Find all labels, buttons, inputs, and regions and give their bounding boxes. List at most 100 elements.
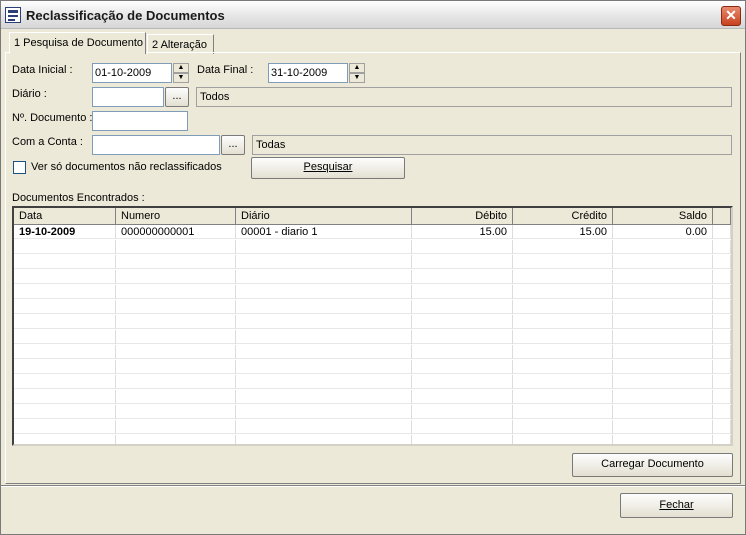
tab-label: 1 Pesquisa de Documento [14,37,144,49]
empty-cell [116,390,236,404]
empty-cell [14,315,116,329]
empty-table-row [14,420,731,434]
empty-cell [713,285,731,299]
empty-cell [713,270,731,284]
empty-cell [613,420,713,434]
conta-lookup-button[interactable]: ... [221,135,245,155]
diario-lookup-button[interactable]: ... [165,87,189,107]
window-title: Reclassificação de Documentos [26,8,225,23]
empty-cell [412,435,513,444]
empty-cell [412,330,513,344]
app-icon [5,7,21,23]
empty-cell [613,255,713,269]
empty-table-row [14,435,731,444]
empty-cell [236,315,412,329]
col-header-credito[interactable]: Crédito [513,208,613,225]
col-header-data[interactable]: Data [14,208,116,225]
data-inicial-field[interactable]: 01-10-2009 [92,63,172,83]
pesquisar-label: Pesquisar [303,161,353,173]
cell-diario: 00001 - diario 1 [236,225,412,239]
empty-cell [713,375,731,389]
data-inicial-spinner: ▲ ▼ [173,63,189,83]
diario-label: Diário : [12,88,47,100]
empty-cell [412,285,513,299]
conta-label: Com a Conta : [12,136,83,148]
empty-cell [14,300,116,314]
empty-cell [613,345,713,359]
tab-label: 2 Alteração [152,39,208,51]
empty-cell [713,405,731,419]
conta-field[interactable] [92,135,220,155]
diario-field[interactable] [92,87,164,107]
empty-cell [14,360,116,374]
empty-cell [236,420,412,434]
empty-cell [116,270,236,284]
fechar-label: Fechar [659,499,694,511]
data-inicial-label: Data Inicial : [12,64,73,76]
empty-cell [513,240,613,254]
empty-cell [116,345,236,359]
empty-cell [236,435,412,444]
empty-cell [613,270,713,284]
col-header-debito[interactable]: Débito [412,208,513,225]
ndoc-label: Nº. Documento : [12,112,93,124]
spin-up-icon[interactable]: ▲ [173,63,189,73]
empty-cell [116,405,236,419]
ndoc-field[interactable] [92,111,188,131]
empty-table-row [14,255,731,269]
spin-down-icon[interactable]: ▼ [173,73,189,83]
empty-cell [713,345,731,359]
empty-cell [613,435,713,444]
col-header-diario[interactable]: Diário [236,208,412,225]
pesquisar-button[interactable]: Pesquisar [251,157,405,179]
empty-table-row [14,270,731,284]
empty-cell [116,240,236,254]
col-header-saldo[interactable]: Saldo [613,208,713,225]
empty-cell [236,255,412,269]
empty-cell [713,300,731,314]
empty-cell [14,240,116,254]
empty-cell [713,255,731,269]
empty-cell [713,435,731,444]
empty-cell [513,285,613,299]
empty-cell [14,255,116,269]
empty-cell [236,270,412,284]
empty-cell [116,435,236,444]
spin-down-icon[interactable]: ▼ [349,73,365,83]
cell-debito: 15.00 [412,225,513,239]
cell-filler [713,225,731,239]
empty-cell [236,330,412,344]
cell-credito: 15.00 [513,225,613,239]
spin-up-icon[interactable]: ▲ [349,63,365,73]
empty-table-row [14,315,731,329]
data-final-label: Data Final : [197,64,254,76]
empty-cell [713,360,731,374]
empty-cell [713,390,731,404]
empty-cell [14,375,116,389]
empty-cell [613,360,713,374]
cell-saldo: 0.00 [613,225,713,239]
empty-table-row [14,330,731,344]
empty-cell [613,375,713,389]
empty-cell [613,390,713,404]
col-header-numero[interactable]: Numero [116,208,236,225]
empty-cell [14,435,116,444]
tab-alteracao[interactable]: 2 Alteração [147,34,214,54]
empty-cell [236,375,412,389]
close-icon[interactable]: ✕ [721,6,741,26]
empty-cell [412,360,513,374]
fechar-button[interactable]: Fechar [620,493,733,518]
empty-table-row [14,405,731,419]
empty-cell [513,435,613,444]
carregar-documento-button[interactable]: Carregar Documento [572,453,733,477]
tab-pesquisa-de-documento[interactable]: 1 Pesquisa de Documento [9,32,146,54]
empty-cell [513,255,613,269]
col-header-filler [713,208,731,225]
empty-cell [412,420,513,434]
table-row[interactable]: 19-10-2009 000000000001 00001 - diario 1… [14,225,731,239]
documents-grid[interactable]: Data Numero Diário Débito Crédito Saldo … [12,206,733,446]
empty-cell [513,315,613,329]
empty-cell [236,285,412,299]
nao-reclassificados-checkbox[interactable] [13,161,26,174]
data-final-field[interactable]: 31-10-2009 [268,63,348,83]
